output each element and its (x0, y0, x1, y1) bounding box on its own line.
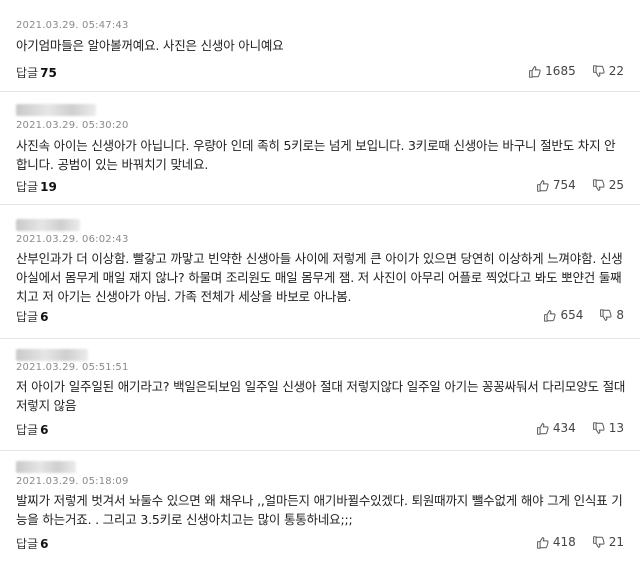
reply-button[interactable]: 답글 75 (16, 64, 57, 81)
reply-label: 답글 (16, 66, 39, 80)
vote-group: 754 25 (536, 178, 624, 192)
reply-button[interactable]: 답글 19 (16, 178, 57, 195)
dislike-button[interactable]: 21 (592, 535, 624, 549)
dislike-button[interactable]: 8 (599, 308, 624, 322)
reply-button[interactable]: 답글 6 (16, 535, 48, 552)
reply-button[interactable]: 답글 6 (16, 421, 48, 438)
reply-count: 19 (40, 180, 57, 194)
reply-label: 답글 (16, 310, 39, 324)
comment-item: 2021.03.29. 05:51:51 저 아이가 일주일된 애기라고? 백일… (0, 339, 640, 451)
reply-label: 답글 (16, 180, 39, 194)
dislike-count: 22 (608, 64, 624, 78)
reply-button[interactable]: 답글 6 (16, 308, 48, 325)
blurred-username (16, 349, 88, 361)
like-button[interactable]: 654 (543, 308, 583, 322)
like-count: 434 (552, 421, 576, 435)
like-count: 654 (560, 308, 584, 322)
vote-group: 1685 22 (528, 64, 624, 78)
thumbs-up-icon (529, 65, 541, 78)
thumbs-down-icon (592, 421, 605, 434)
dislike-button[interactable]: 25 (592, 178, 624, 192)
comment-date: 2021.03.29. 05:47:43 (16, 20, 129, 31)
blurred-username (16, 461, 76, 473)
blurred-username (16, 219, 80, 231)
thumbs-down-icon (592, 535, 605, 548)
thumbs-up-icon (536, 422, 549, 435)
blurred-username (16, 104, 96, 116)
thumbs-down-icon (592, 178, 605, 191)
comment-date: 2021.03.29. 05:18:09 (16, 476, 129, 487)
like-button[interactable]: 754 (536, 178, 576, 192)
comment-text: 아기엄마들은 알아볼꺼예요. 사진은 신생아 아니예요 (16, 38, 284, 53)
thumbs-up-icon (544, 309, 557, 322)
comment-item: 2021.03.29. 05:18:09 발찌가 저렇게 벗겨서 놔둘수 있으면… (0, 451, 640, 569)
comment-text: 사진속 아이는 신생아가 아닙니다. 우량아 인데 족히 5키로는 넘게 보입니… (16, 138, 616, 172)
comment-list: 2021.03.29. 05:47:43 아기엄마들은 알아볼꺼예요. 사진은 … (0, 0, 640, 569)
reply-count: 6 (40, 537, 49, 551)
comment-text: 발찌가 저렇게 벗겨서 놔둘수 있으면 왜 채우나 ,,얼마든지 애기바뀔수있겠… (16, 493, 623, 527)
dislike-count: 21 (608, 535, 624, 549)
comment-item: 2021.03.29. 06:02:43 산부인과가 더 이상함. 빨갛고 까맣… (0, 205, 640, 339)
reply-count: 6 (40, 423, 49, 437)
reply-label: 답글 (16, 423, 39, 437)
dislike-count: 25 (608, 178, 624, 192)
like-count: 754 (552, 178, 576, 192)
like-count: 1685 (545, 64, 576, 78)
dislike-button[interactable]: 22 (592, 64, 624, 78)
comment-date: 2021.03.29. 05:30:20 (16, 120, 129, 131)
thumbs-down-icon (600, 308, 612, 321)
reply-label: 답글 (16, 537, 39, 551)
dislike-count: 8 (616, 308, 624, 322)
thumbs-up-icon (536, 536, 549, 549)
comment-text: 저 아이가 일주일된 애기라고? 백일은되보임 일주일 신생아 절대 저렇지않다… (16, 379, 626, 413)
like-button[interactable]: 1685 (528, 64, 576, 78)
like-count: 418 (552, 535, 576, 549)
like-button[interactable]: 418 (536, 535, 576, 549)
like-button[interactable]: 434 (536, 421, 576, 435)
comment-date: 2021.03.29. 06:02:43 (16, 234, 129, 245)
dislike-count: 13 (608, 421, 624, 435)
dislike-button[interactable]: 13 (592, 421, 624, 435)
vote-group: 654 8 (543, 308, 624, 322)
reply-count: 6 (40, 310, 49, 324)
reply-count: 75 (40, 66, 57, 80)
vote-group: 418 21 (536, 535, 624, 549)
thumbs-down-icon (592, 64, 605, 77)
thumbs-up-icon (536, 179, 549, 192)
comment-item: 2021.03.29. 05:47:43 아기엄마들은 알아볼꺼예요. 사진은 … (0, 0, 640, 92)
vote-group: 434 13 (536, 421, 624, 435)
comment-date: 2021.03.29. 05:51:51 (16, 362, 129, 373)
comment-item: 2021.03.29. 05:30:20 사진속 아이는 신생아가 아닙니다. … (0, 92, 640, 205)
comment-text: 산부인과가 더 이상함. 빨갛고 까맣고 빈약한 신생아들 사이에 저렇게 큰 … (16, 251, 623, 304)
